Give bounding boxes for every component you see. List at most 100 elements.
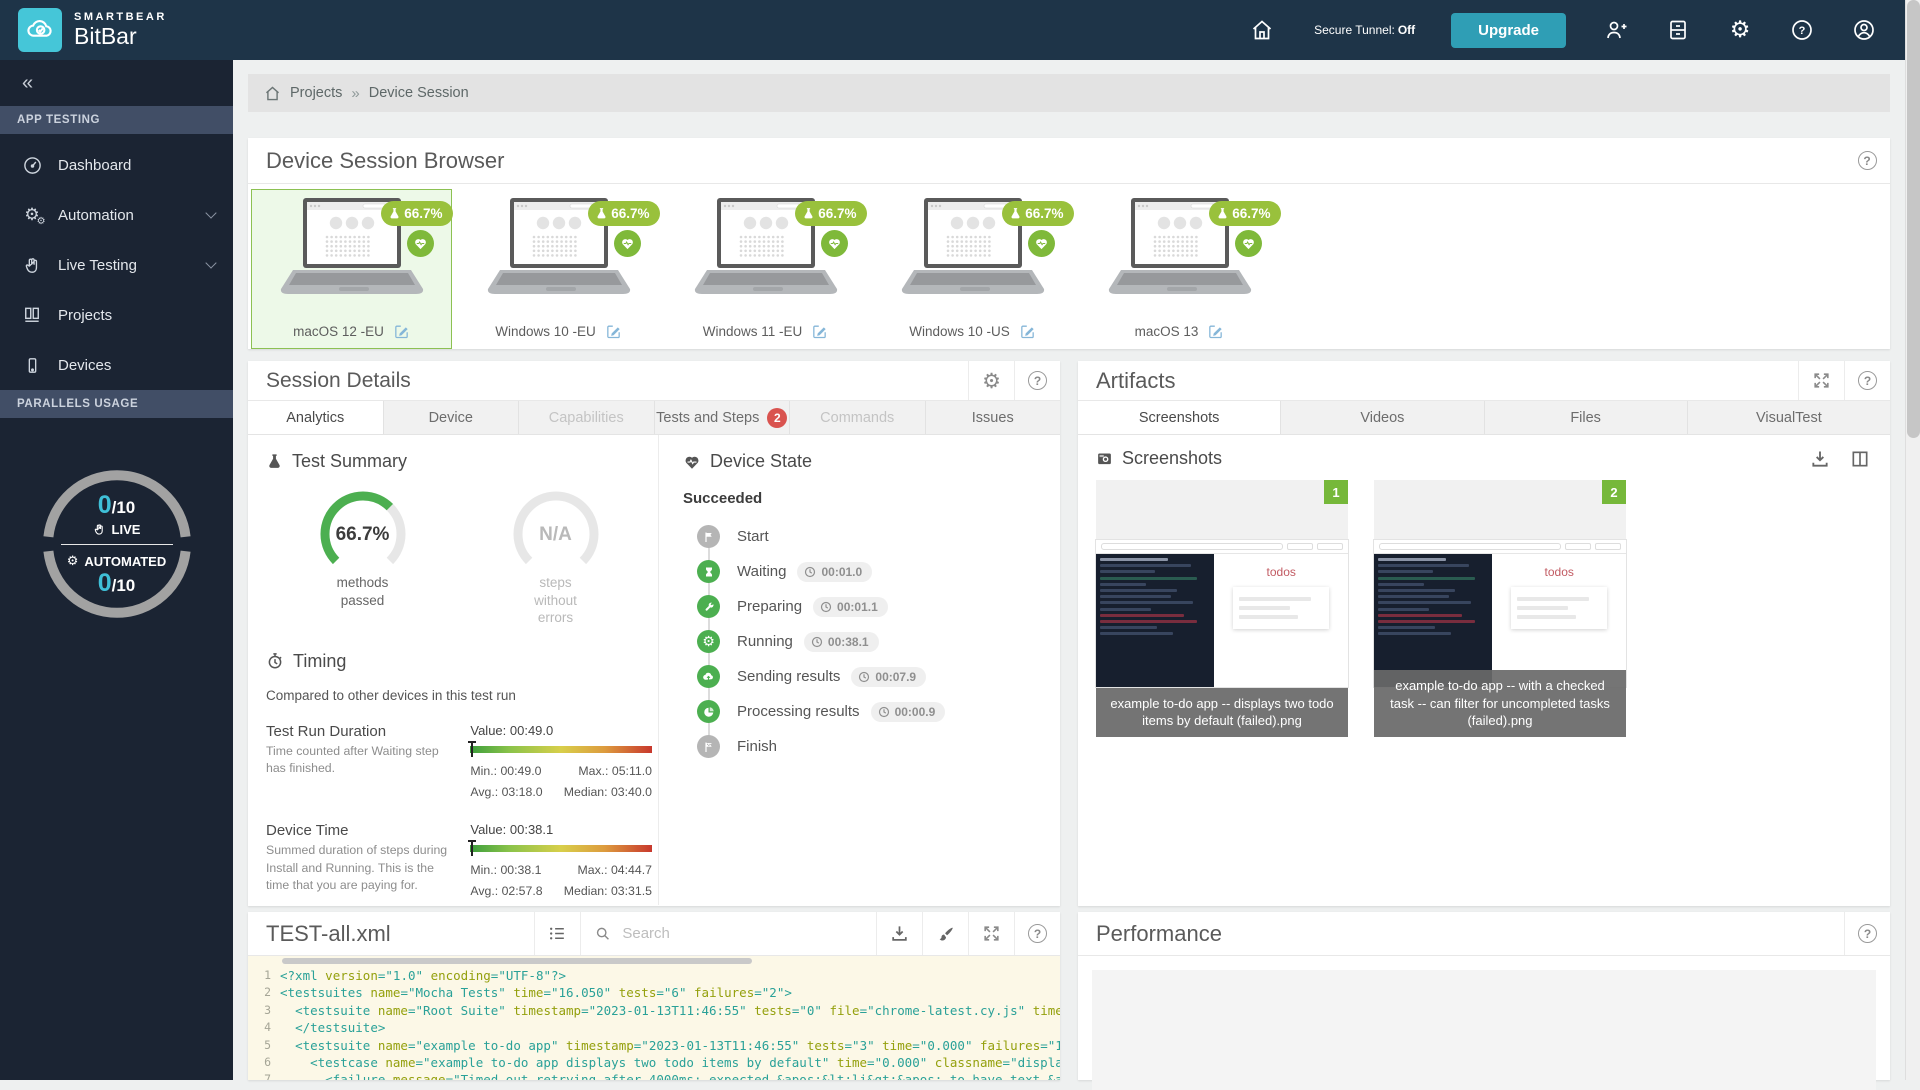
cloud-upload-icon <box>697 665 720 688</box>
columns-icon[interactable] <box>1850 449 1870 469</box>
metric-min: Min.: 00:38.1 <box>470 860 541 881</box>
metric-description: Time counted after Waiting step has fini… <box>266 743 460 777</box>
horizontal-scrollbar[interactable] <box>282 958 752 964</box>
tab-label: Issues <box>972 410 1014 426</box>
brush-icon[interactable] <box>922 912 968 955</box>
edit-device-icon[interactable] <box>1207 323 1224 340</box>
tab-label: Analytics <box>286 410 344 426</box>
help-icon[interactable]: ? <box>1844 138 1890 183</box>
device-card-windows-11--eu[interactable]: 66.7% Windows 11 -EU <box>665 189 866 349</box>
smartbear-logo[interactable] <box>18 8 62 52</box>
tab-issues[interactable]: Issues <box>926 401 1061 434</box>
expand-icon[interactable] <box>968 912 1014 955</box>
step-label: Running <box>737 633 793 650</box>
gears-icon: ⚙ <box>67 554 79 569</box>
tab-device[interactable]: Device <box>384 401 520 434</box>
code-line: 6 <testcase name="example to-do app disp… <box>248 1054 1060 1071</box>
help-icon[interactable]: ? <box>1014 361 1060 400</box>
sidebar-item-projects[interactable]: Projects <box>0 290 233 340</box>
sidebar-item-label: Dashboard <box>58 157 131 174</box>
timing-subtitle: Compared to other devices in this test r… <box>266 688 652 703</box>
code-line: 7 <failure message="Timed out retrying a… <box>248 1071 1060 1080</box>
metric-max: Max.: 05:11.0 <box>578 761 652 782</box>
device-card-macos-12--eu[interactable]: 66.7% macOS 12 -EU <box>251 189 452 349</box>
code-line: 3 <testsuite name="Root Suite" timestamp… <box>248 1002 1060 1019</box>
help-icon[interactable]: ? <box>1844 912 1890 955</box>
flask-icon <box>266 453 283 470</box>
gauge-value: N/A <box>510 524 602 546</box>
tab-visualtest[interactable]: VisualTest <box>1688 401 1890 434</box>
device-name: Windows 10 -US <box>909 324 1010 339</box>
edit-device-icon[interactable] <box>605 323 622 340</box>
hand-icon <box>93 523 106 536</box>
code-line: 1<?xml version="1.0" encoding="UTF-8"?> <box>248 967 1060 984</box>
gauge-value: 66.7% <box>317 524 409 546</box>
tab-commands[interactable]: Commands <box>790 401 926 434</box>
secure-tunnel-label: Secure Tunnel: <box>1314 23 1395 37</box>
tab-label: Device <box>429 410 473 426</box>
sidebar-item-label: Devices <box>58 357 111 374</box>
help-icon[interactable]: ? <box>1790 18 1814 42</box>
sidebar: « APP TESTING Dashboard ⚙⚙ Automation Li… <box>0 60 233 1080</box>
line-number: 7 <box>248 1071 280 1080</box>
tab-files[interactable]: Files <box>1485 401 1688 434</box>
search-icon <box>595 925 610 942</box>
tab-tests-and-steps[interactable]: Tests and Steps 2 <box>655 401 791 434</box>
expand-icon[interactable] <box>1798 361 1844 400</box>
step-label: Start <box>737 528 769 545</box>
sidebar-item-label: Live Testing <box>58 257 137 274</box>
metric-value: Value: 00:49.0 <box>470 723 652 738</box>
sidebar-item-label: Automation <box>58 207 134 224</box>
edit-device-icon[interactable] <box>393 323 410 340</box>
secure-tunnel-status[interactable]: Secure Tunnel:Off <box>1314 23 1415 37</box>
gear-icon[interactable]: ⚙ <box>1728 18 1752 42</box>
device-state-step-running: ⚙ Running 00:38.1 <box>697 624 1046 659</box>
metric-median: Median: 03:40.0 <box>564 782 652 803</box>
tab-analytics[interactable]: Analytics <box>248 401 384 434</box>
sidebar-item-live-testing[interactable]: Live Testing <box>0 240 233 290</box>
device-card-windows-10--us[interactable]: 66.7% Windows 10 -US <box>872 189 1073 349</box>
page-scrollbar[interactable] <box>1905 0 1920 1080</box>
sidebar-item-dashboard[interactable]: Dashboard <box>0 140 233 190</box>
screenshot-thumbnail-2[interactable]: 2 todos example to-do app -- with a chec… <box>1374 480 1626 737</box>
tab-videos[interactable]: Videos <box>1281 401 1484 434</box>
home-icon[interactable] <box>264 85 281 102</box>
settings-gear-icon[interactable]: ⚙ <box>968 361 1014 400</box>
home-icon[interactable] <box>1250 18 1274 42</box>
page-scrollbar-thumb[interactable] <box>1907 0 1920 438</box>
upgrade-button[interactable]: Upgrade <box>1451 13 1566 48</box>
performance-chart-area <box>1092 970 1876 1090</box>
xml-code-viewer[interactable]: 1<?xml version="1.0" encoding="UTF-8"?> … <box>248 956 1060 1080</box>
edit-device-icon[interactable] <box>1019 323 1036 340</box>
top-navbar: SMARTBEAR BitBar Secure Tunnel:Off Upgra… <box>0 0 1920 60</box>
sidebar-item-automation[interactable]: ⚙⚙ Automation <box>0 190 233 240</box>
account-icon[interactable] <box>1852 18 1876 42</box>
line-number: 2 <box>248 984 280 1001</box>
device-card-macos-13[interactable]: 66.7% macOS 13 <box>1079 189 1280 349</box>
help-icon[interactable]: ? <box>1014 912 1060 955</box>
health-badge <box>407 230 434 257</box>
health-badge <box>1235 230 1262 257</box>
session-details-title: Session Details <box>248 369 968 393</box>
summary-gauge-methods-passed: 66.7% methodspassed <box>298 488 428 627</box>
device-state-step-waiting: Waiting 00:01.0 <box>697 554 1046 589</box>
device-state-step-finish: Finish <box>697 729 1046 764</box>
download-icon[interactable] <box>1810 449 1830 469</box>
sidebar-collapse-button[interactable]: « <box>0 60 233 106</box>
tab-count-badge: 2 <box>767 408 787 428</box>
breadcrumb-projects[interactable]: Projects <box>290 85 342 101</box>
list-icon[interactable] <box>534 912 580 955</box>
edit-device-icon[interactable] <box>811 323 828 340</box>
device-name: Windows 10 -EU <box>495 324 596 339</box>
archive-icon[interactable] <box>1666 18 1690 42</box>
screenshot-thumbnail-1[interactable]: 1 todos example to-do app -- displays tw… <box>1096 480 1348 737</box>
device-card-windows-10--eu[interactable]: 66.7% Windows 10 -EU <box>458 189 659 349</box>
search-input[interactable] <box>620 924 862 943</box>
tab-screenshots[interactable]: Screenshots <box>1078 401 1281 434</box>
user-add-icon[interactable] <box>1604 18 1628 42</box>
tab-label: Files <box>1570 410 1601 426</box>
tab-capabilities[interactable]: Capabilities <box>519 401 655 434</box>
download-icon[interactable] <box>876 912 922 955</box>
help-icon[interactable]: ? <box>1844 361 1890 400</box>
sidebar-item-devices[interactable]: Devices <box>0 340 233 390</box>
